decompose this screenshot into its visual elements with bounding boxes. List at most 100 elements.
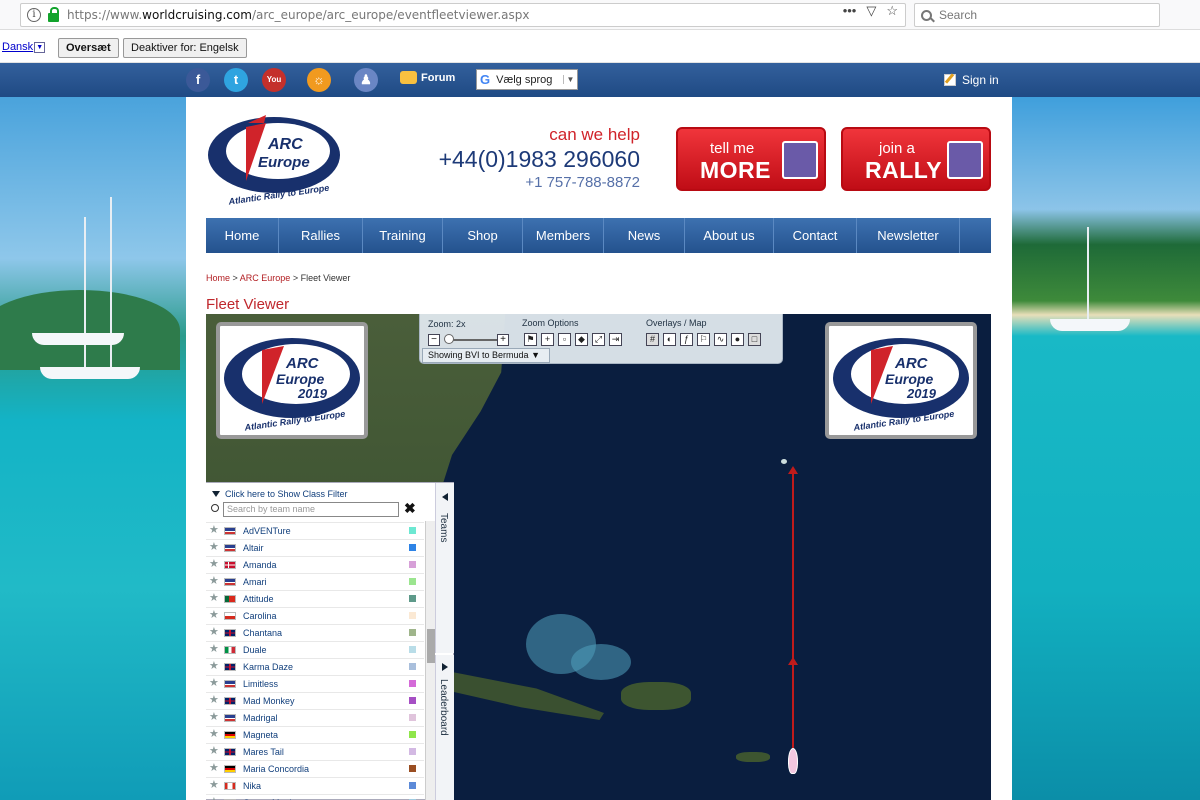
breadcrumb-home[interactable]: Home (206, 273, 230, 283)
favorite-star-icon[interactable]: ★ (209, 559, 219, 570)
boat-marker[interactable] (788, 748, 798, 774)
team-row[interactable]: ★ Mares Tail (206, 743, 424, 760)
info-icon[interactable]: i (27, 8, 41, 22)
tab-leaderboard[interactable]: Leaderboard (435, 655, 454, 800)
team-row[interactable]: ★ Altair (206, 539, 424, 556)
team-row[interactable]: ★ Madrigal (206, 709, 424, 726)
team-row[interactable]: ★Ocean Magic (206, 794, 424, 800)
zoom-fit-icon[interactable]: ▫ (558, 333, 571, 346)
clear-search-icon[interactable]: ✖ (404, 500, 416, 517)
favorite-star-icon[interactable]: ★ (209, 729, 219, 740)
youtube-icon[interactable]: You (262, 68, 286, 92)
flag-icon[interactable]: ⚐ (697, 333, 710, 346)
facebook-icon[interactable]: f (186, 68, 210, 92)
zoom-slider-handle[interactable] (444, 334, 454, 344)
team-name[interactable]: Limitless (243, 679, 278, 689)
team-name[interactable]: Karma Daze (243, 662, 293, 672)
pocket-icon[interactable]: ▽ (866, 3, 876, 19)
team-name[interactable]: Maria Concordia (243, 764, 309, 774)
favorite-star-icon[interactable]: ★ (209, 746, 219, 757)
member-icon[interactable]: ♟ (354, 68, 378, 92)
team-row[interactable]: ★ AdVENTure (206, 522, 424, 539)
team-name[interactable]: Mad Monkey (243, 696, 295, 706)
flags-icon[interactable]: ⚑ (524, 333, 537, 346)
page-actions-icon[interactable]: ••• (843, 3, 857, 19)
team-row[interactable]: ★ Carolina (206, 607, 424, 624)
arc-europe-logo[interactable]: ARC Europe Atlantic Rally to Europe (206, 109, 346, 205)
bookmark-star-icon[interactable]: ☆ (886, 3, 898, 19)
phone-uk[interactable]: +44(0)1983 296060 (439, 146, 640, 173)
nav-members[interactable]: Members (523, 218, 604, 253)
team-name[interactable]: Amari (243, 577, 267, 587)
team-row[interactable]: ★ Chantana (206, 624, 424, 641)
favorite-star-icon[interactable]: ★ (209, 712, 219, 723)
team-list-scrollbar[interactable] (425, 521, 435, 800)
fleet-map[interactable]: ARC Europe 2019 Atlantic Rally to Europe… (206, 314, 991, 800)
nav-training[interactable]: Training (363, 218, 443, 253)
team-row[interactable]: ★ Karma Daze (206, 658, 424, 675)
team-search-input[interactable]: Search by team name (223, 502, 399, 517)
sign-in-link[interactable]: Sign in (944, 73, 999, 87)
favorite-star-icon[interactable]: ★ (209, 593, 219, 604)
team-name[interactable]: Attitude (243, 594, 274, 604)
favorite-star-icon[interactable]: ★ (209, 525, 219, 536)
zoom-plus-icon[interactable]: + (541, 333, 554, 346)
nav-about-us[interactable]: About us (685, 218, 774, 253)
team-name[interactable]: Madrigal (243, 713, 278, 723)
browser-search-box[interactable]: Search (914, 3, 1160, 27)
url-text[interactable]: https://www.worldcruising.com/arc_europe… (67, 8, 530, 22)
class-filter-toggle[interactable]: Click here to Show Class Filter (212, 489, 348, 499)
favorite-star-icon[interactable]: ★ (209, 780, 219, 791)
tab-teams[interactable]: Teams (435, 483, 454, 653)
language-select[interactable]: Dansk ▼ (2, 41, 46, 53)
favorite-star-icon[interactable]: ★ (209, 576, 219, 587)
zoom-out-button[interactable]: − (428, 334, 440, 346)
chevron-down-icon[interactable]: ▼ (34, 41, 46, 53)
fleet-icon[interactable]: ◆ (575, 333, 588, 346)
phone-us[interactable]: +1 757-788-8872 (439, 174, 640, 191)
team-name[interactable]: Carolina (243, 611, 277, 621)
google-language-select[interactable]: G Vælg sprog ▼ (476, 69, 578, 90)
team-name[interactable]: Magneta (243, 730, 278, 740)
tell-me-more-button[interactable]: tell me MORE (676, 127, 826, 191)
join-a-rally-button[interactable]: join a RALLY (841, 127, 991, 191)
team-row[interactable]: ★ Amanda (206, 556, 424, 573)
team-name[interactable]: Chantana (243, 628, 282, 638)
lock-icon[interactable] (48, 6, 59, 22)
nav-contact[interactable]: Contact (774, 218, 857, 253)
breadcrumb-arc-europe[interactable]: ARC Europe (240, 273, 291, 283)
fullscreen-icon[interactable]: ⤢ (592, 333, 605, 346)
disable-translation-button[interactable]: Deaktiver for: Engelsk (123, 38, 247, 58)
address-bar[interactable]: i https://www.worldcruising.com/arc_euro… (20, 3, 906, 27)
team-row[interactable]: ★ Attitude (206, 590, 424, 607)
scrollbar-thumb[interactable] (427, 629, 435, 663)
team-name[interactable]: AdVENTure (243, 526, 291, 536)
layer-icon[interactable]: □ (748, 333, 761, 346)
favorite-star-icon[interactable]: ★ (209, 542, 219, 553)
team-row[interactable]: ★ Duale (206, 641, 424, 658)
team-row[interactable]: ★ Maria Concordia (206, 760, 424, 777)
favorite-star-icon[interactable]: ★ (209, 644, 219, 655)
team-row[interactable]: ★ Magneta (206, 726, 424, 743)
nav-rallies[interactable]: Rallies (279, 218, 363, 253)
zoom-in-button[interactable]: + (497, 334, 509, 346)
forum-link[interactable]: Forum (400, 71, 455, 84)
team-row[interactable]: ★ Limitless (206, 675, 424, 692)
nav-shop[interactable]: Shop (443, 218, 523, 253)
wind-icon[interactable]: ƒ (680, 333, 693, 346)
favorite-star-icon[interactable]: ★ (209, 610, 219, 621)
team-name[interactable]: Altair (243, 543, 264, 553)
twitter-icon[interactable]: t (224, 68, 248, 92)
team-name[interactable]: Amanda (243, 560, 277, 570)
nav-news[interactable]: News (604, 218, 685, 253)
team-row[interactable]: ★ Nika (206, 777, 424, 794)
team-row[interactable]: ★ Amari (206, 573, 424, 590)
team-name[interactable]: Mares Tail (243, 747, 284, 757)
route-icon[interactable]: ∿ (714, 333, 727, 346)
translate-button[interactable]: Oversæt (58, 38, 119, 58)
favorite-star-icon[interactable]: ★ (209, 661, 219, 672)
exit-icon[interactable]: ⇥ (609, 333, 622, 346)
globe-shade-icon[interactable]: ◐ (663, 333, 676, 346)
sun-icon[interactable]: ☼ (307, 68, 331, 92)
favorite-star-icon[interactable]: ★ (209, 695, 219, 706)
